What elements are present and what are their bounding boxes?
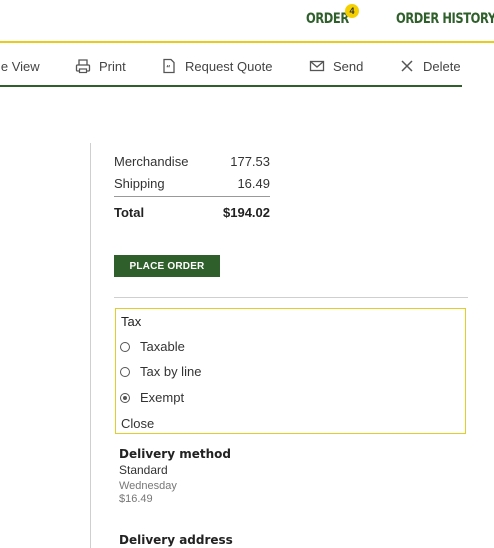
- delivery-method-title: Delivery method: [119, 447, 231, 461]
- print-button[interactable]: Print: [75, 57, 126, 75]
- tax-title: Tax: [121, 314, 142, 329]
- delivery-address-title: Delivery address: [119, 533, 233, 547]
- top-nav: ORDER 4 ORDER HISTORY: [0, 0, 494, 41]
- tax-option-taxable[interactable]: Taxable: [120, 339, 185, 354]
- tax-option-label: Tax by line: [140, 364, 202, 379]
- delete-button[interactable]: Delete: [399, 57, 461, 75]
- merchandise-label: Merchandise: [114, 154, 189, 169]
- order-count-badge: 4: [345, 4, 359, 18]
- print-button-label: Print: [99, 58, 126, 74]
- send-button[interactable]: Send: [309, 57, 363, 75]
- shipping-row: Shipping 16.49: [114, 176, 270, 191]
- delivery-method-price: $16.49: [119, 493, 153, 505]
- nav-order-link[interactable]: ORDER: [306, 11, 349, 27]
- close-x-icon: [401, 60, 413, 72]
- tax-panel: Tax Taxable Tax by line Exempt Close: [115, 308, 466, 434]
- total-value: $194.02: [223, 205, 270, 220]
- delivery-method-value: Standard: [119, 463, 168, 477]
- merchandise-value: 177.53: [230, 154, 270, 169]
- radio-exempt[interactable]: [120, 392, 130, 403]
- send-button-label: Send: [333, 58, 364, 74]
- view-button-label: le View: [0, 58, 40, 74]
- section-divider: [114, 297, 468, 298]
- shipping-label: Shipping: [114, 176, 165, 191]
- total-label: Total: [114, 205, 145, 220]
- shipping-value: 16.49: [237, 176, 270, 191]
- order-toolbar: le View Print “ Request Quote Send Delet…: [0, 43, 494, 87]
- delivery-method-day: Wednesday: [119, 480, 177, 492]
- place-order-button[interactable]: PLACE ORDER: [114, 255, 220, 277]
- view-button[interactable]: le View: [0, 57, 40, 75]
- envelope-icon: [309, 60, 325, 72]
- quote-icon: “: [163, 58, 175, 74]
- toolbar-divider: [0, 85, 462, 87]
- merchandise-row: Merchandise 177.53: [114, 154, 270, 169]
- delete-button-label: Delete: [423, 58, 461, 74]
- tax-option-exempt[interactable]: Exempt: [120, 390, 184, 405]
- request-quote-label: Request Quote: [185, 58, 273, 74]
- tax-close-link[interactable]: Close: [121, 416, 154, 431]
- total-row: Total $194.02: [114, 205, 270, 220]
- summary-divider: [114, 196, 270, 197]
- svg-text:“: “: [166, 64, 171, 72]
- radio-taxable[interactable]: [120, 341, 130, 352]
- tax-option-label: Exempt: [140, 390, 185, 405]
- radio-tax-by-line[interactable]: [120, 366, 130, 377]
- tax-option-tax-by-line[interactable]: Tax by line: [120, 364, 201, 379]
- request-quote-button[interactable]: “ Request Quote: [161, 57, 272, 75]
- tax-option-label: Taxable: [140, 339, 185, 354]
- nav-order-history-link[interactable]: ORDER HISTORY: [396, 11, 494, 27]
- printer-icon: [75, 59, 91, 74]
- column-divider: [90, 143, 91, 548]
